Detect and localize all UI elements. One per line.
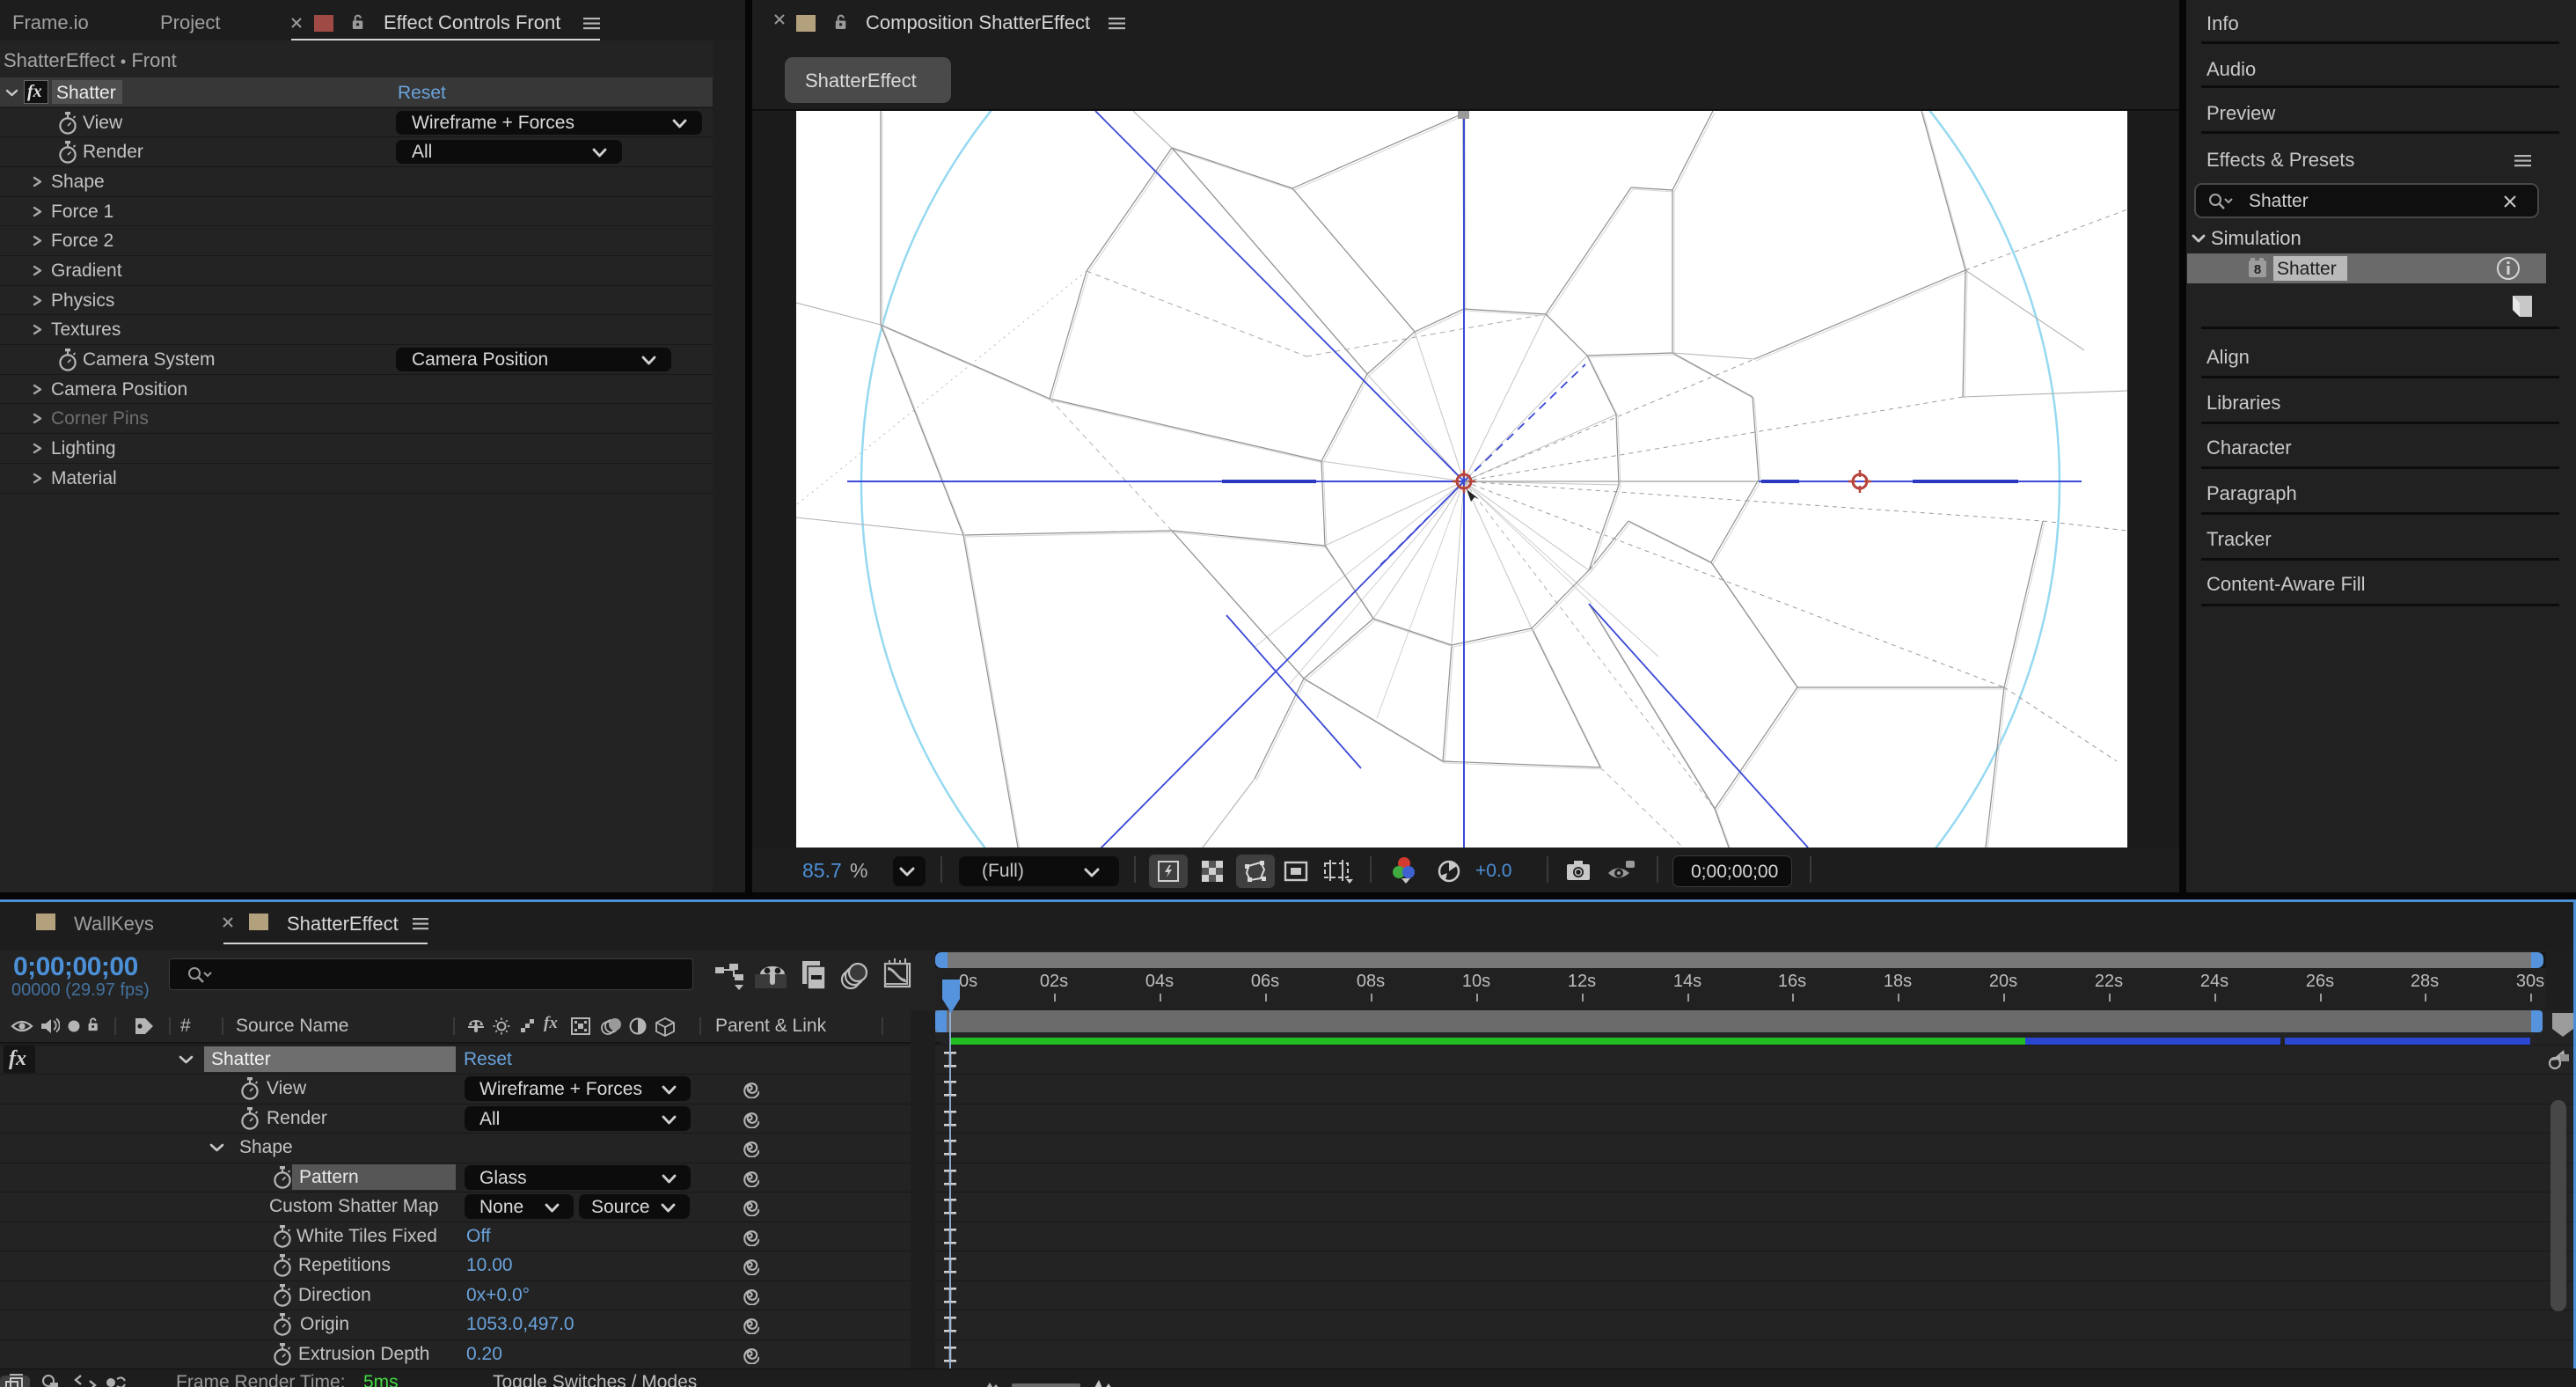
svg-text:8: 8 <box>2254 262 2261 277</box>
